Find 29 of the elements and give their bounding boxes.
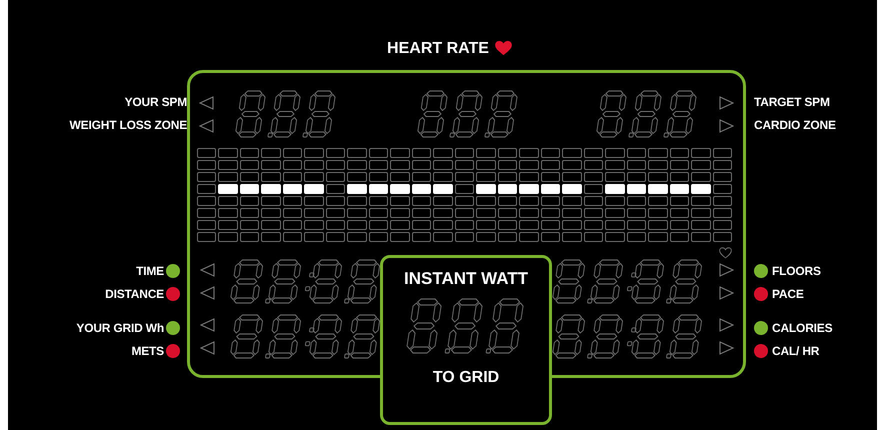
metric-label: TIME [136,264,164,278]
right-triangle-icon [718,263,734,277]
heart-icon [494,41,512,56]
instant-watt-label: INSTANT WATT [404,268,528,290]
left-triangle-icon [200,263,214,277]
heart-rate-title: HEART RATE [387,39,489,59]
left-triangle-icon [200,286,214,300]
left-triangle-icon [200,341,214,355]
left-triangle-icon [200,318,214,332]
right-triangle-icon [718,341,734,355]
heart-outline-icon [719,247,732,259]
metric-label: TARGET SPM [754,94,830,108]
to-grid-label: TO GRID [432,368,500,388]
metric-label: WEIGHT LOSS ZONE [70,118,187,132]
metric-label: CAL/ HR [772,344,820,358]
right-triangle-icon [718,318,734,332]
metric-label: PACE [772,286,804,300]
metric-label: CALORIES [772,320,832,334]
metric-label: DISTANCE [105,286,164,300]
right-triangle-icon [718,96,734,110]
right-triangle-icon [718,286,734,300]
left-triangle-icon [199,96,214,110]
right-triangle-icon [718,118,734,132]
metric-label: YOUR GRID Wh [76,320,164,334]
left-triangle-icon [199,118,214,132]
metric-label: FLOORS [772,264,821,278]
metric-label: METS [131,344,164,358]
metric-label: CARDIO ZONE [754,118,836,132]
metric-label: YOUR SPM [124,94,187,108]
